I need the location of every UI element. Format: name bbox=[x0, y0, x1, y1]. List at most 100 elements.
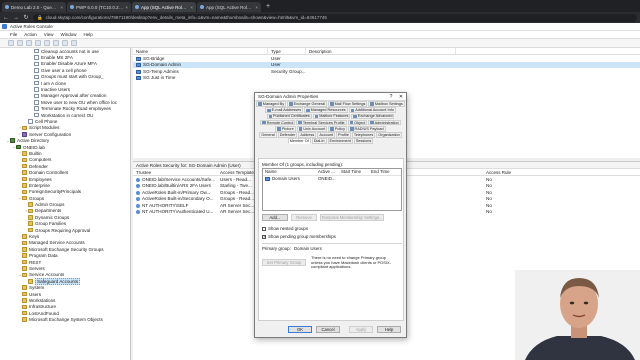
tab-object[interactable]: Object bbox=[347, 119, 368, 126]
menu-window[interactable]: Window bbox=[60, 32, 76, 37]
column-access-rule[interactable]: Access Rule bbox=[483, 170, 543, 175]
group-icon bbox=[136, 69, 141, 74]
tab-e-mail-addresses[interactable]: E-mail Addresses bbox=[265, 107, 304, 114]
folder-icon bbox=[22, 151, 27, 156]
tab-radius-payload[interactable]: RADIUS Payload bbox=[348, 126, 386, 132]
show-nested-checkbox[interactable]: Show nested groups bbox=[262, 226, 308, 231]
reload-icon[interactable]: ↻ bbox=[23, 14, 29, 21]
column-description[interactable]: Description bbox=[306, 48, 456, 54]
tab-exchange-general[interactable]: Exchange General bbox=[287, 101, 328, 107]
column-type[interactable]: Type bbox=[268, 48, 306, 54]
tree-item-label: Inactive Users bbox=[41, 87, 71, 93]
browser-tab-2[interactable]: PWP 6.0.0 (TC10.0.25) - Ques× bbox=[67, 2, 131, 12]
set-primary-group-button[interactable]: Set Primary Group bbox=[262, 259, 306, 266]
help-icon[interactable]: ? bbox=[386, 94, 396, 100]
tab-managed-resources[interactable]: Managed Resources bbox=[304, 107, 348, 114]
tab-page-icon bbox=[330, 102, 334, 106]
browser-tab-3[interactable]: App (SQL Active Roles/Resourc× bbox=[132, 2, 196, 12]
new-tab-icon[interactable]: + bbox=[262, 3, 274, 10]
tab-organization[interactable]: Organization bbox=[376, 132, 402, 138]
tab-address[interactable]: Address bbox=[298, 132, 317, 138]
doc-icon bbox=[34, 87, 39, 92]
column-end-time[interactable]: End Time bbox=[369, 169, 399, 174]
tab-picture[interactable]: Picture bbox=[275, 126, 296, 132]
tab-general[interactable]: General bbox=[259, 132, 277, 138]
menu-view[interactable]: View bbox=[44, 32, 54, 37]
back-icon[interactable]: ← bbox=[3, 15, 9, 21]
tab-administration[interactable]: Administration bbox=[368, 119, 401, 126]
browser-tab-1[interactable]: Demo Lab 2.0 - Quest Sof × bbox=[2, 2, 66, 12]
cell-trustee: ONEID.lab/Builtin/ARS 2FA Users bbox=[133, 183, 217, 188]
cell-access-rule: No bbox=[486, 202, 492, 208]
forward-icon[interactable] bbox=[17, 40, 23, 46]
add-button[interactable]: Add... bbox=[262, 214, 288, 221]
refresh-icon[interactable] bbox=[44, 40, 50, 46]
member-row[interactable]: Domain Users ONEID... bbox=[263, 176, 401, 183]
tab-additional-account-info[interactable]: Additional Account Info bbox=[348, 107, 396, 114]
tab-account[interactable]: Account bbox=[317, 132, 336, 138]
tab-managed-by[interactable]: Managed By bbox=[256, 101, 287, 107]
back-icon[interactable] bbox=[8, 40, 14, 46]
folder-icon bbox=[22, 259, 27, 265]
tree-item-label: Enable MS 2FA bbox=[41, 55, 73, 61]
tab-row: Published Certificates Mailbox Features Ex… bbox=[255, 113, 406, 120]
doc-icon bbox=[34, 74, 39, 79]
column-name[interactable]: Name bbox=[133, 48, 268, 54]
tab-published-certificates[interactable]: Published Certificates bbox=[266, 113, 312, 120]
show-tree-icon[interactable] bbox=[35, 40, 41, 46]
tab-label: Defender bbox=[279, 133, 296, 138]
column-name[interactable]: Name bbox=[263, 169, 316, 174]
close-icon[interactable]: × bbox=[60, 5, 63, 10]
tab-dial-in[interactable]: Dial-in bbox=[311, 138, 327, 145]
tab-mailbox-settings[interactable]: Mailbox Settings bbox=[368, 101, 405, 107]
list-item[interactable]: SG Just in Time bbox=[133, 75, 640, 82]
tree-item-label: Builtin bbox=[29, 150, 42, 156]
help-icon[interactable] bbox=[62, 40, 68, 46]
up-icon[interactable] bbox=[26, 40, 32, 46]
remove-button[interactable]: Remove bbox=[291, 214, 317, 221]
tab-environment[interactable]: Environment bbox=[327, 138, 353, 145]
tree-item[interactable]: Microsoft Exchange System Objects bbox=[0, 316, 130, 322]
tree-item-label: Server Configuration bbox=[29, 131, 72, 137]
tab-unix-account[interactable]: Unix Account bbox=[296, 126, 328, 132]
browser-tab-4[interactable]: App (SQL Active Roles/Resourc× bbox=[197, 2, 261, 12]
close-icon[interactable]: ✕ bbox=[396, 94, 406, 100]
folder-icon bbox=[28, 221, 33, 226]
tab-mailbox-features[interactable]: Mailbox Features bbox=[312, 113, 351, 120]
tab-policy[interactable]: Policy bbox=[328, 126, 347, 132]
filter-icon[interactable] bbox=[71, 40, 77, 46]
forward-icon[interactable]: → bbox=[13, 15, 19, 21]
tab-sessions[interactable]: Sessions bbox=[353, 138, 374, 145]
tab-remote-control[interactable]: Remote Control bbox=[260, 119, 296, 126]
export-icon[interactable] bbox=[53, 40, 59, 46]
cell-access-rule: No bbox=[486, 209, 492, 215]
column-active[interactable]: Active ... bbox=[316, 169, 339, 174]
tab-label: Organization bbox=[378, 133, 400, 138]
tree-item-label: ONEID.lab bbox=[23, 144, 45, 150]
close-icon[interactable]: × bbox=[125, 5, 128, 10]
url-field[interactable]: 🔒 cloud.skytap.com/configurations/7887119… bbox=[33, 13, 637, 22]
tab-telephones[interactable]: Telephones bbox=[351, 132, 376, 138]
tab-member-of[interactable]: Member Of bbox=[287, 138, 311, 145]
menu-action[interactable]: Action bbox=[24, 32, 37, 37]
trustee-icon bbox=[136, 184, 140, 189]
tab-terminal-services-profile[interactable]: Terminal Services Profile bbox=[296, 119, 347, 126]
tab-label: Unix Account bbox=[303, 126, 326, 131]
member-of-list[interactable]: Name Active ... Start Time End Time Doma… bbox=[262, 168, 402, 211]
close-icon[interactable]: × bbox=[255, 5, 258, 10]
close-icon[interactable]: × bbox=[190, 5, 193, 10]
tab-exchange-advanced[interactable]: Exchange Advanced bbox=[351, 113, 395, 120]
show-pending-checkbox[interactable]: Show pending group memberships bbox=[262, 234, 336, 240]
temporal-membership-button[interactable]: Temporal Membership Settings... bbox=[320, 214, 384, 221]
ok-button[interactable]: OK bbox=[288, 326, 312, 333]
column-start-time[interactable]: Start Time bbox=[339, 169, 369, 174]
menu-help[interactable]: Help bbox=[83, 32, 92, 37]
column-trustee[interactable]: Trustee bbox=[133, 170, 217, 175]
menu-file[interactable]: File bbox=[10, 32, 17, 37]
tab-profile[interactable]: Profile bbox=[336, 132, 351, 138]
cancel-button[interactable]: Cancel bbox=[316, 326, 340, 333]
apply-button[interactable]: Apply bbox=[349, 326, 373, 333]
tab-mail-flow-settings[interactable]: Mail Flow Settings bbox=[328, 101, 368, 107]
help-button[interactable]: Help bbox=[377, 326, 401, 333]
tab-defender[interactable]: Defender bbox=[277, 132, 298, 138]
